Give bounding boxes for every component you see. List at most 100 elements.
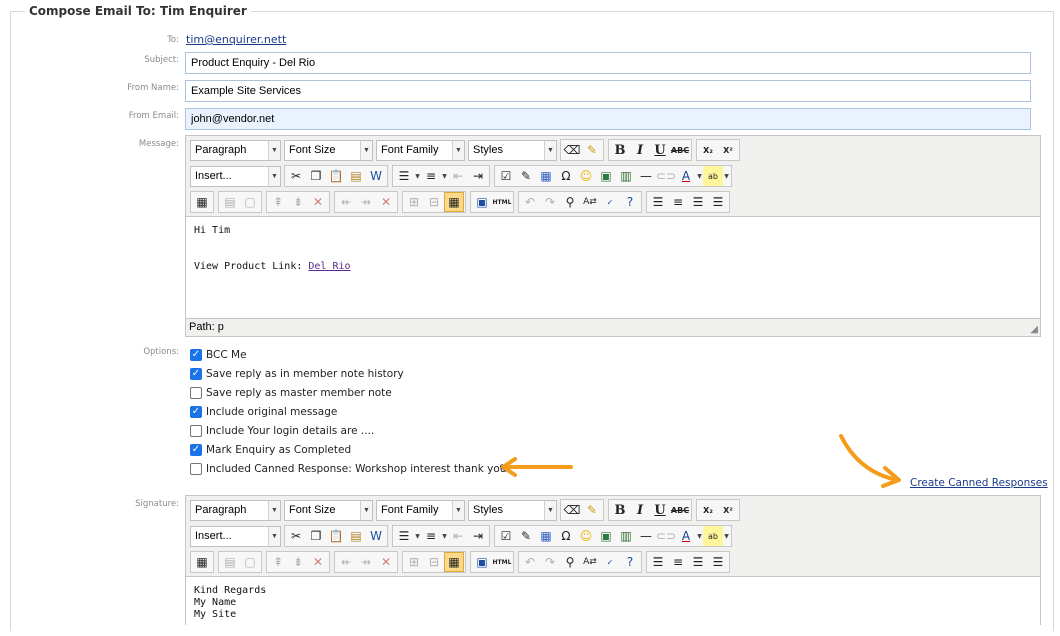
omega-icon[interactable]: Ω (556, 166, 576, 186)
sig-font-size-select[interactable]: Font Size ▼ (284, 499, 373, 521)
sig-visual-aid-icon[interactable]: ▦ (444, 552, 464, 572)
highlight-dropdown-icon[interactable]: ▼ (723, 173, 730, 180)
align-justify-icon[interactable]: ☰ (708, 192, 728, 212)
sig-emoticon-icon[interactable]: ☺ (576, 526, 596, 546)
sig-undo-icon[interactable]: ↶ (520, 552, 540, 572)
sig-font-color-icon[interactable]: A (676, 526, 696, 546)
sig-paste-icon[interactable]: 📋 (326, 526, 346, 546)
strikethrough-button[interactable]: ABC (670, 140, 690, 160)
sig-bullet-list-dropdown-icon[interactable]: ▼ (414, 533, 421, 540)
italic-button[interactable]: I (630, 140, 650, 160)
sig-replace-icon[interactable]: A⇄ (580, 552, 600, 572)
checkbox-icon[interactable]: ☑ (496, 166, 516, 186)
bullet-list-dropdown-icon[interactable]: ▼ (414, 173, 421, 180)
align-center-icon[interactable]: ≡ (668, 192, 688, 212)
sig-cell-props-icon[interactable]: ▢ (240, 552, 260, 572)
numbered-list-dropdown-icon[interactable]: ▼ (441, 173, 448, 180)
sig-help-icon[interactable]: ? (620, 552, 640, 572)
insert-table-icon[interactable]: ▦ (192, 192, 212, 212)
resize-grip-icon[interactable]: ◢ (1030, 324, 1038, 335)
sig-underline-button[interactable]: U (650, 500, 670, 520)
underline-button[interactable]: U (650, 140, 670, 160)
sig-bullet-list-icon[interactable]: ☰ (394, 526, 414, 546)
delete-col-icon[interactable]: ✕ (376, 192, 396, 212)
sig-strikethrough-button[interactable]: ABC (670, 500, 690, 520)
sig-align-center-icon[interactable]: ≡ (668, 552, 688, 572)
sig-insert-select[interactable]: Insert... ▼ (190, 525, 281, 547)
sig-font-color-dropdown-icon[interactable]: ▼ (696, 533, 703, 540)
link-icon[interactable]: ⊂⊃ (656, 166, 676, 186)
sig-paste-text-icon[interactable]: ▤ (346, 526, 366, 546)
format-select[interactable]: Paragraph ▼ (190, 139, 281, 161)
align-left-icon[interactable]: ☰ (648, 192, 668, 212)
redo-icon[interactable]: ↷ (540, 192, 560, 212)
align-right-icon[interactable]: ☰ (688, 192, 708, 212)
sig-indent-icon[interactable]: ⇥ (468, 526, 488, 546)
option-checkbox[interactable] (190, 444, 202, 456)
option-checkbox[interactable] (190, 349, 202, 361)
styles-select[interactable]: Styles ▼ (468, 139, 557, 161)
from-name-input[interactable] (185, 80, 1031, 102)
to-email-link[interactable]: tim@enquirer.nett (186, 33, 286, 46)
subject-input[interactable] (185, 52, 1031, 74)
emoticon-icon[interactable]: ☺ (576, 166, 596, 186)
sig-align-left-icon[interactable]: ☰ (648, 552, 668, 572)
sig-superscript-button[interactable]: X² (718, 500, 738, 520)
sig-styles-select[interactable]: Styles ▼ (468, 499, 557, 521)
font-size-select[interactable]: Font Size ▼ (284, 139, 373, 161)
option-checkbox[interactable] (190, 463, 202, 475)
sig-row-props-icon[interactable]: ▤ (220, 552, 240, 572)
sig-paste-word-icon[interactable]: W (366, 526, 386, 546)
sig-split-cells-icon[interactable]: ⊞ (404, 552, 424, 572)
sig-insert-col-after-icon[interactable]: ⇸ (356, 552, 376, 572)
outdent-icon[interactable]: ⇤ (448, 166, 468, 186)
signature-body[interactable]: Kind Regards My Name My Site (186, 576, 1040, 636)
sig-horizontal-rule-icon[interactable]: — (636, 526, 656, 546)
cut-icon[interactable]: ✂ (286, 166, 306, 186)
sig-merge-cells-icon[interactable]: ⊟ (424, 552, 444, 572)
sig-find-icon[interactable]: ⚲ (560, 552, 580, 572)
sig-highlight-icon[interactable]: ab (703, 526, 723, 546)
option-checkbox[interactable] (190, 368, 202, 380)
sig-spellcheck-icon[interactable]: ✓ (600, 552, 620, 572)
sig-align-justify-icon[interactable]: ☰ (708, 552, 728, 572)
sig-omega-icon[interactable]: Ω (556, 526, 576, 546)
option-checkbox[interactable] (190, 387, 202, 399)
merge-cells-icon[interactable]: ⊟ (424, 192, 444, 212)
sig-link-icon[interactable]: ⊂⊃ (656, 526, 676, 546)
horizontal-rule-icon[interactable]: — (636, 166, 656, 186)
sig-format-select[interactable]: Paragraph ▼ (190, 499, 281, 521)
paste-word-icon[interactable]: W (366, 166, 386, 186)
subscript-button[interactable]: X₂ (698, 140, 718, 160)
paste-icon[interactable]: 📋 (326, 166, 346, 186)
sig-media-icon[interactable]: ▥ (616, 526, 636, 546)
sig-highlight-dropdown-icon[interactable]: ▼ (723, 533, 730, 540)
sig-edit-icon[interactable]: ✎ (516, 526, 536, 546)
sig-delete-row-icon[interactable]: ✕ (308, 552, 328, 572)
highlight-icon[interactable]: ab (703, 166, 723, 186)
insert-row-before-icon[interactable]: ⇞ (268, 192, 288, 212)
option-checkbox[interactable] (190, 406, 202, 418)
sig-insert-row-after-icon[interactable]: ⇟ (288, 552, 308, 572)
cleanup-brush-icon[interactable]: ✎ (582, 140, 602, 160)
sig-eraser-icon[interactable]: ⌫ (562, 500, 582, 520)
create-canned-responses-link[interactable]: Create Canned Responses (910, 477, 1048, 489)
bullet-list-icon[interactable]: ☰ (394, 166, 414, 186)
sig-cut-icon[interactable]: ✂ (286, 526, 306, 546)
split-cells-icon[interactable]: ⊞ (404, 192, 424, 212)
sig-numbered-list-icon[interactable]: ≡ (421, 526, 441, 546)
sig-font-family-select[interactable]: Font Family ▼ (376, 499, 465, 521)
insert-col-after-icon[interactable]: ⇸ (356, 192, 376, 212)
edit-icon[interactable]: ✎ (516, 166, 536, 186)
font-family-select[interactable]: Font Family ▼ (376, 139, 465, 161)
visual-aid-icon[interactable]: ▦ (444, 192, 464, 212)
indent-icon[interactable]: ⇥ (468, 166, 488, 186)
find-icon[interactable]: ⚲ (560, 192, 580, 212)
sig-copy-icon[interactable]: ❐ (306, 526, 326, 546)
sig-numbered-list-dropdown-icon[interactable]: ▼ (441, 533, 448, 540)
font-color-icon[interactable]: A (676, 166, 696, 186)
sig-outdent-icon[interactable]: ⇤ (448, 526, 468, 546)
sig-insert-row-before-icon[interactable]: ⇞ (268, 552, 288, 572)
undo-icon[interactable]: ↶ (520, 192, 540, 212)
product-link[interactable]: Del Rio (308, 261, 350, 272)
